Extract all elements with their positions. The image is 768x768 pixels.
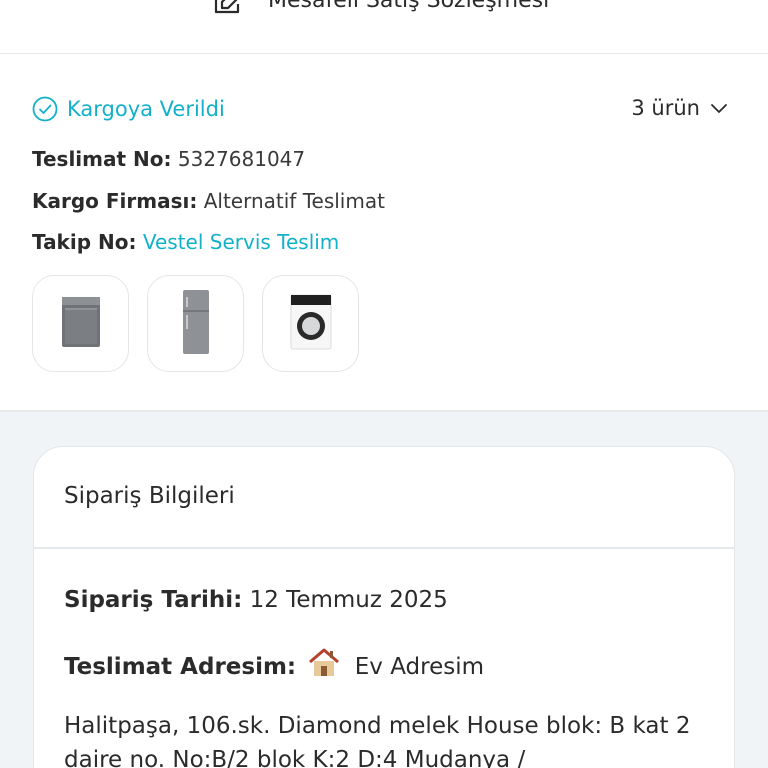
refrigerator-icon xyxy=(182,289,210,359)
washing-machine-icon xyxy=(290,294,332,354)
shipment-status: Kargoya Verildi xyxy=(32,96,225,122)
product-thumbnail[interactable] xyxy=(147,275,244,372)
tracking-link[interactable]: Vestel Servis Teslim xyxy=(143,230,339,254)
delivery-no-value: 5327681047 xyxy=(177,147,306,171)
tracking-label: Takip No: xyxy=(32,230,137,254)
shipment-card: Kargoya Verildi 3 ürün Teslimat No: 5327… xyxy=(0,54,768,412)
dishwasher-icon xyxy=(61,296,101,352)
product-thumbnail[interactable] xyxy=(32,275,129,372)
carrier-label: Kargo Firması: xyxy=(32,189,198,213)
order-info-title: Sipariş Bilgileri xyxy=(64,483,235,509)
delivery-address-row: Teslimat Adresim: Ev Adresim xyxy=(64,648,484,684)
address-name: Ev Adresim xyxy=(354,654,485,680)
delivery-no-label: Teslimat No: xyxy=(32,147,172,171)
product-thumbnail[interactable] xyxy=(262,275,359,372)
divider xyxy=(34,547,734,549)
carrier-value: Alternatif Teslimat xyxy=(203,189,385,213)
edit-document-icon xyxy=(212,0,248,16)
product-count-toggle[interactable]: 3 ürün xyxy=(631,96,728,120)
delivery-no-row: Teslimat No: 5327681047 xyxy=(32,147,305,171)
address-text: Halitpaşa, 106.sk. Diamond melek House b… xyxy=(64,713,691,768)
house-icon xyxy=(307,648,341,684)
check-circle-icon xyxy=(32,96,58,122)
contract-label: Mesafeli Satış Sözleşmesi xyxy=(268,0,550,13)
order-date-value: 12 Temmuz 2025 xyxy=(249,587,448,613)
tracking-row: Takip No: Vestel Servis Teslim xyxy=(32,230,339,254)
order-info-card: Sipariş Bilgileri Sipariş Tarihi: 12 Tem… xyxy=(33,446,735,768)
chevron-down-icon xyxy=(710,102,728,114)
status-text: Kargoya Verildi xyxy=(67,97,225,121)
order-date-label: Sipariş Tarihi: xyxy=(64,587,243,613)
order-date-row: Sipariş Tarihi: 12 Temmuz 2025 xyxy=(64,587,448,613)
product-thumbnails xyxy=(32,275,359,372)
product-count: 3 ürün xyxy=(631,96,700,120)
carrier-row: Kargo Firması: Alternatif Teslimat xyxy=(32,189,385,213)
top-bar: Mesafeli Satış Sözleşmesi xyxy=(0,0,768,54)
delivery-address-label: Teslimat Adresim: xyxy=(64,654,297,680)
distance-sales-contract-link[interactable]: Mesafeli Satış Sözleşmesi xyxy=(212,0,549,16)
